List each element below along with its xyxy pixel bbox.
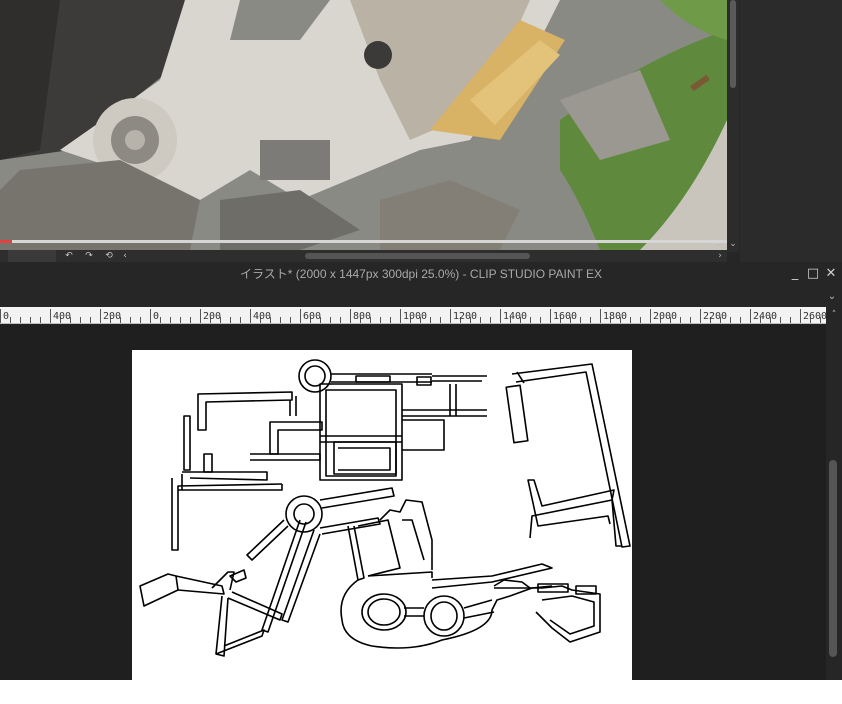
reference-timeline-progress [0,240,12,243]
maximize-icon[interactable]: □ [804,264,822,284]
reference-tool-tab[interactable] [8,250,56,262]
ruler-label: 200 [103,311,121,322]
ruler-label: 2400 [753,311,777,322]
drawing-canvas[interactable] [132,350,632,680]
ruler-label: 800 [353,311,371,322]
ruler-label: 400 [253,311,271,322]
chevron-right-icon[interactable]: › [714,250,726,262]
reference-photo-graphic [0,0,727,250]
ruler-label: 0 [3,311,9,322]
scroll-left-icon[interactable]: ‹ [118,250,132,262]
aerial-castle-reference-photo[interactable] [0,0,727,250]
ruler-label: 2200 [703,311,727,322]
ruler-label: 1600 [553,311,577,322]
ruler-label: 400 [53,311,71,322]
window-title: イラスト* (2000 x 1447px 300dpi 25.0%) - CLI… [240,267,602,281]
reference-vertical-scroll-thumb[interactable] [730,0,736,88]
ruler-label: 1000 [403,311,427,322]
ruler-label: 1200 [453,311,477,322]
horizontal-ruler[interactable]: 0 400 200 0 200 400 600 800 1000 1200 1400 1600 1800… [0,307,826,324]
ruler-label: 0 [153,311,159,322]
castle-floorplan-lineart [139,359,631,657]
ruler-label: 200 [203,311,221,322]
ruler-label: 2000 [653,311,677,322]
undo-icon[interactable]: ↶ [62,250,76,262]
minimize-icon[interactable]: _ [786,264,804,284]
chevron-down-icon[interactable]: ⌄ [824,289,840,305]
redo-icon[interactable]: ↷ [82,250,96,262]
rotate-reset-icon[interactable]: ⟲ [102,250,116,262]
ruler-label: 1800 [603,311,627,322]
canvas-vertical-scroll-thumb[interactable] [829,460,837,657]
ruler-label: 2600 [803,311,826,322]
status-area [0,680,842,704]
chevron-down-icon[interactable]: ⌄ [728,238,738,250]
reference-horizontal-scroll-thumb[interactable] [305,253,530,259]
canvas-view-strip [0,287,842,307]
chevron-up-icon[interactable]: ˄ [826,307,842,323]
ruler-label: 600 [303,311,321,322]
ruler-ticks: 0 400 200 0 200 400 600 800 1000 1200 1400 1600 1800… [0,309,826,323]
close-icon[interactable]: ✕ [822,264,840,284]
ruler-label: 1400 [503,311,527,322]
reference-side-panel [740,0,842,262]
reference-timeline-bar[interactable] [0,240,727,243]
